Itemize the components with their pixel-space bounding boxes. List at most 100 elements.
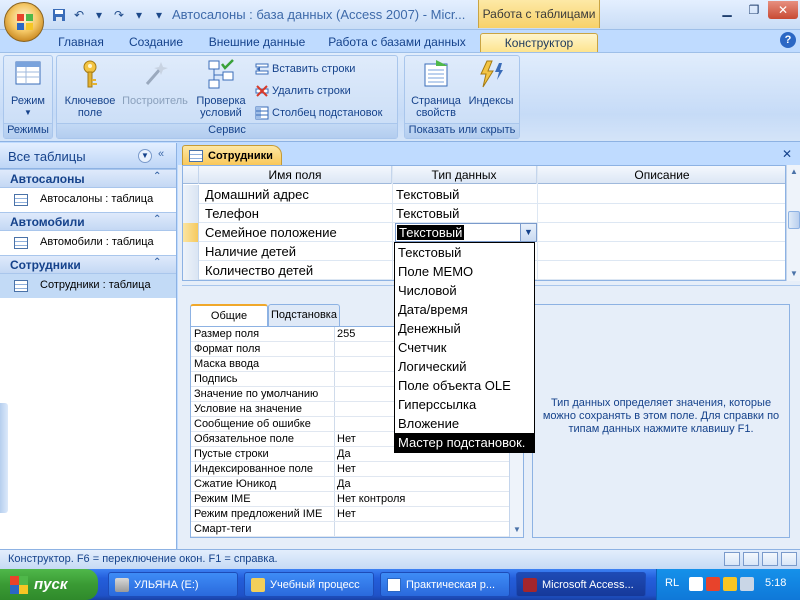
- property-row[interactable]: Смарт-теги: [191, 522, 509, 537]
- property-value[interactable]: Нет контроля: [337, 493, 405, 505]
- undo-dropdown-icon[interactable]: ▾: [90, 6, 108, 24]
- tab-database-tools[interactable]: Работа с базами данных: [322, 33, 472, 52]
- start-button[interactable]: пуск: [0, 569, 98, 600]
- taskbar-item-folder[interactable]: Учебный процесс: [244, 572, 374, 597]
- property-row[interactable]: Режим предложений IME Нет: [191, 507, 509, 522]
- table-row[interactable]: Телефон Текстовый: [183, 204, 785, 223]
- office-button[interactable]: [4, 2, 44, 42]
- builder-label: Построитель: [122, 95, 188, 107]
- lookup-column-button[interactable]: Столбец подстановок: [255, 104, 382, 122]
- tab-create[interactable]: Создание: [122, 33, 190, 52]
- maximize-icon[interactable]: ❐: [741, 1, 767, 19]
- scroll-thumb[interactable]: [788, 211, 800, 229]
- data-type-select[interactable]: Текстовый ▼: [395, 223, 537, 242]
- property-row[interactable]: Сжатие Юникод Да: [191, 477, 509, 492]
- undo-icon[interactable]: ↶: [70, 6, 88, 24]
- row-selector-current[interactable]: [183, 223, 199, 242]
- tray-volume-icon[interactable]: [740, 577, 754, 591]
- dropdown-option[interactable]: Текстовый: [395, 243, 534, 262]
- property-value[interactable]: Да: [337, 448, 351, 460]
- language-indicator[interactable]: RL: [665, 577, 679, 589]
- nav-item-cars-table[interactable]: Автомобили : таблица: [0, 231, 176, 255]
- close-icon[interactable]: ✕: [768, 1, 798, 19]
- redo-icon[interactable]: ↷: [110, 6, 128, 24]
- tab-home[interactable]: Главная: [52, 33, 110, 52]
- tab-lookup[interactable]: Подстановка: [268, 304, 340, 326]
- minimize-icon[interactable]: ▁: [714, 1, 740, 19]
- dropdown-option[interactable]: Числовой: [395, 281, 534, 300]
- scroll-down-icon[interactable]: ▼: [787, 267, 800, 281]
- property-sheet-button[interactable]: Страница свойств: [407, 58, 465, 119]
- field-name-cell[interactable]: Домашний адрес: [205, 187, 309, 202]
- nav-header[interactable]: Все таблицы ▼ «: [0, 143, 176, 169]
- data-type-cell[interactable]: Текстовый: [396, 206, 459, 221]
- help-icon[interactable]: ?: [780, 32, 796, 48]
- indexes-button[interactable]: Индексы: [465, 58, 517, 107]
- property-value[interactable]: Да: [337, 478, 351, 490]
- field-name-cell[interactable]: Телефон: [205, 206, 259, 221]
- dropdown-option[interactable]: Счетчик: [395, 338, 534, 357]
- design-view-icon[interactable]: [781, 552, 797, 566]
- table-row[interactable]: Домашний адрес Текстовый: [183, 185, 785, 204]
- tab-external-data[interactable]: Внешние данные: [202, 33, 312, 52]
- scroll-up-icon[interactable]: ▲: [787, 165, 800, 179]
- property-row[interactable]: Индексированное поле Нет: [191, 462, 509, 477]
- windows-flag-icon: [10, 575, 28, 594]
- dropdown-option[interactable]: Логический: [395, 357, 534, 376]
- tab-general[interactable]: Общие: [190, 304, 268, 327]
- row-selector[interactable]: [183, 204, 199, 223]
- row-selector[interactable]: [183, 185, 199, 204]
- property-value[interactable]: Нет: [337, 508, 356, 520]
- nav-item-autosalons-table[interactable]: Автосалоны : таблица: [0, 188, 176, 212]
- document-tab-employees[interactable]: Сотрудники: [182, 145, 282, 165]
- builder-button[interactable]: Построитель: [121, 58, 189, 107]
- nav-collapse-icon[interactable]: «: [158, 148, 164, 160]
- dropdown-option[interactable]: Поле объекта OLE: [395, 376, 534, 395]
- dropdown-option[interactable]: Гиперссылка: [395, 395, 534, 414]
- property-value[interactable]: 255: [337, 328, 355, 340]
- nav-item-employees-table[interactable]: Сотрудники : таблица: [0, 274, 176, 298]
- tray-antivirus-icon[interactable]: [706, 577, 720, 591]
- field-name-cell[interactable]: Количество детей: [205, 263, 313, 278]
- nav-group-employees[interactable]: Сотрудники ⌃: [0, 255, 176, 274]
- nav-group-cars[interactable]: Автомобили ⌃: [0, 212, 176, 231]
- tray-icons: [689, 577, 754, 591]
- customize-qat-icon[interactable]: ▾: [150, 6, 168, 24]
- dropdown-option-highlighted[interactable]: Мастер подстановок.: [395, 433, 534, 452]
- save-icon[interactable]: [50, 6, 68, 24]
- view-button[interactable]: Режим ▼: [6, 58, 50, 119]
- taskbar-item-drive[interactable]: УЛЬЯНА (E:): [108, 572, 238, 597]
- tab-design[interactable]: Конструктор: [480, 33, 598, 52]
- dropdown-option[interactable]: Поле MEMO: [395, 262, 534, 281]
- insert-rows-button[interactable]: Вставить строки: [255, 60, 355, 78]
- datasheet-view-icon[interactable]: [724, 552, 740, 566]
- nav-menu-dropdown-icon[interactable]: ▼: [138, 149, 152, 163]
- property-value[interactable]: Нет: [337, 433, 356, 445]
- tray-app-icon[interactable]: [689, 577, 703, 591]
- taskbar-item-access[interactable]: Microsoft Access...: [516, 572, 646, 597]
- property-row[interactable]: Режим IME Нет контроля: [191, 492, 509, 507]
- scroll-down-icon[interactable]: ▼: [510, 523, 523, 537]
- row-selector[interactable]: [183, 261, 199, 280]
- chevron-down-icon[interactable]: ▼: [520, 224, 536, 241]
- property-value[interactable]: Нет: [337, 463, 356, 475]
- dropdown-option[interactable]: Вложение: [395, 414, 534, 433]
- dropdown-option[interactable]: Денежный: [395, 319, 534, 338]
- dropdown-option[interactable]: Дата/время: [395, 300, 534, 319]
- nav-group-autosalons[interactable]: Автосалоны ⌃: [0, 169, 176, 188]
- field-grid-scrollbar[interactable]: ▲ ▼: [786, 165, 800, 281]
- test-rules-button[interactable]: Проверка условий: [191, 58, 251, 119]
- nav-resize-grip[interactable]: [0, 403, 8, 513]
- tray-network-icon[interactable]: [723, 577, 737, 591]
- field-name-cell[interactable]: Наличие детей: [205, 244, 296, 259]
- close-document-icon[interactable]: ✕: [782, 147, 792, 161]
- redo-dropdown-icon[interactable]: ▾: [130, 6, 148, 24]
- taskbar-item-document[interactable]: Практическая р...: [380, 572, 510, 597]
- pivot-chart-view-icon[interactable]: [762, 552, 778, 566]
- pivot-table-view-icon[interactable]: [743, 552, 759, 566]
- row-selector[interactable]: [183, 242, 199, 261]
- key-field-button[interactable]: Ключевое поле: [61, 58, 119, 119]
- field-name-cell[interactable]: Семейное положение: [205, 225, 337, 240]
- data-type-cell[interactable]: Текстовый: [396, 187, 459, 202]
- delete-rows-button[interactable]: Удалить строки: [255, 82, 351, 100]
